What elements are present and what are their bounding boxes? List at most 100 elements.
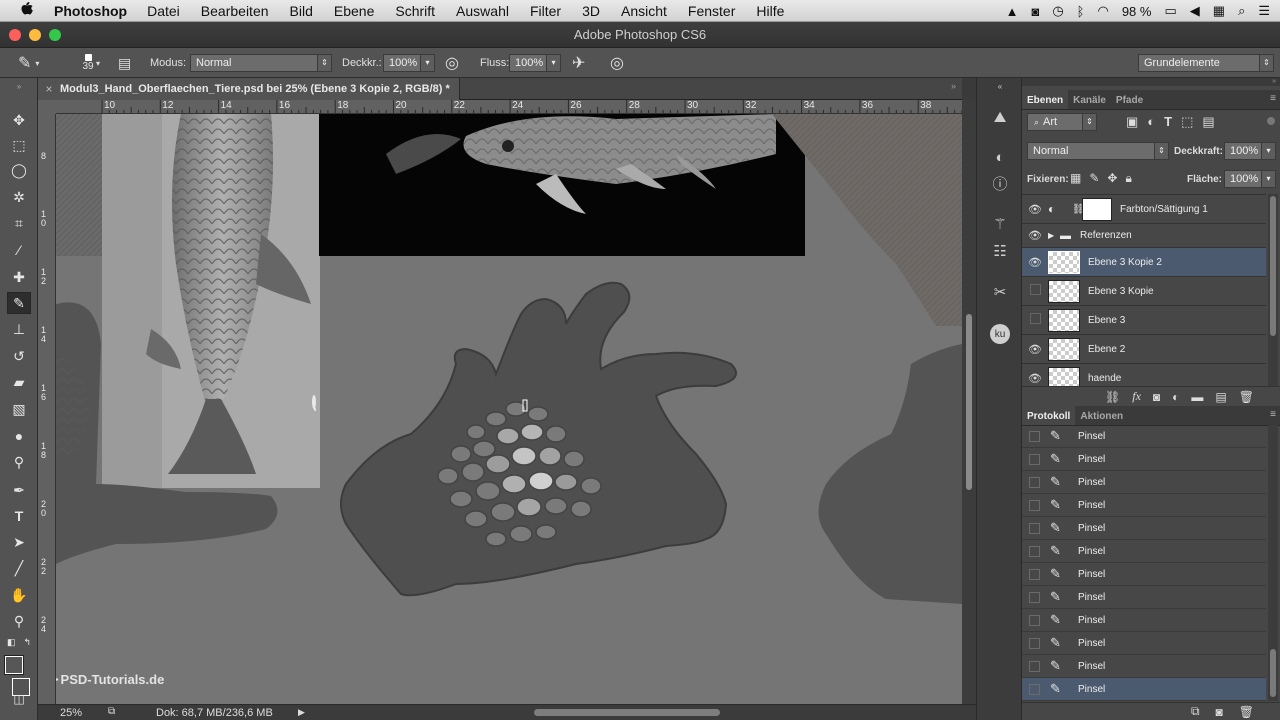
menu-ebene[interactable]: Ebene [334,3,374,19]
history-panel-menu-icon[interactable]: ≡ [1270,409,1276,420]
pen-tool-icon[interactable]: ✒ [7,479,31,501]
vertical-ruler[interactable]: 8 1 0 1 2 1 4 1 6 1 8 2 0 2 2 2 4 [38,114,56,704]
color-panel-icon[interactable]: ◐ [989,146,1011,168]
close-tab-icon[interactable]: × [38,82,60,96]
modus-select[interactable]: Normal ⇕ [190,54,332,72]
volume-icon[interactable]: ◀ [1190,3,1200,19]
history-scrollbar[interactable] [1268,425,1278,701]
brush-preset-icon[interactable]: ✎ ▾ [18,48,39,78]
history-item[interactable]: ✎ Pinsel [1022,517,1266,540]
app-menu[interactable]: Photoshop [54,3,127,19]
delete-state-icon[interactable]: 🗑︎ [1239,705,1254,719]
chevron-down-icon[interactable]: ▾ [546,55,560,71]
filter-type-icon[interactable]: T [1164,114,1172,130]
tab-pfade[interactable]: Pfade [1111,90,1148,109]
adjustment-icon[interactable]: ◐ [1172,390,1179,404]
history-item[interactable]: ✎ Pinsel [1022,586,1266,609]
trash-icon[interactable]: 🗑︎ [1239,390,1254,404]
menu-filter[interactable]: Filter [530,3,561,19]
notification-center-icon[interactable]: ☰ [1258,3,1270,19]
brush-presets-icon[interactable]: ⚚ [989,213,1011,235]
spotlight-search-icon[interactable]: ⌕ [1238,3,1245,19]
lock-image-icon[interactable]: ✎ [1089,171,1099,186]
history-source-checkbox[interactable] [1029,522,1040,534]
horizontal-ruler[interactable]: 10 12 14 16 18 20 22 24 26 28 30 32 34 36 38 [56,100,962,114]
history-source-checkbox[interactable] [1029,614,1040,626]
healing-brush-tool-icon[interactable]: ✚ [7,266,31,288]
histogram-icon[interactable]: ⛰ [989,106,1011,128]
layer-row[interactable]: 👁︎ Ebene 2 [1022,335,1266,364]
clone-stamp-tool-icon[interactable]: ⊥ [7,318,31,340]
eyedropper-tool-icon[interactable]: ⁄ [7,239,31,261]
disclosure-triangle-icon[interactable]: ▶ [1048,231,1060,240]
horizontal-scroll-thumb[interactable] [534,709,720,716]
document-canvas[interactable]: ⟡ PSD-Tutorials.de [56,114,962,704]
lock-transparent-icon[interactable]: ▦ [1070,171,1081,186]
calendar-icon[interactable]: ▦ [1213,3,1225,19]
lock-all-icon[interactable]: 🔒︎ [1125,171,1131,186]
line-tool-icon[interactable]: ╱ [7,557,31,579]
bluetooth-icon[interactable]: ᛒ [1077,4,1085,19]
crop-tool-icon[interactable]: ⌗ [7,212,31,234]
workspace-select[interactable]: Grundelemente ⇕ [1138,54,1274,72]
layers-scroll-thumb[interactable] [1270,196,1276,336]
eye-icon[interactable]: 👁︎ [1022,343,1048,356]
snapshot-icon[interactable]: ◙ [1216,705,1223,719]
new-group-icon[interactable]: ▬ [1191,390,1203,404]
history-source-checkbox[interactable] [1029,453,1040,465]
kuler-icon[interactable]: ku [990,324,1010,344]
filter-pixel-icon[interactable]: ▣ [1126,114,1138,130]
eye-icon[interactable]: 👁︎ [1022,372,1048,385]
history-item[interactable]: ✎ Pinsel [1022,678,1266,701]
collapse-panels-icon[interactable]: » [1022,78,1280,86]
fx-icon[interactable]: fx [1132,389,1141,404]
menu-bearbeiten[interactable]: Bearbeiten [201,3,269,19]
history-source-checkbox[interactable] [1029,660,1040,672]
opacity-input[interactable]: 100% ▾ [1224,142,1276,160]
history-source-checkbox[interactable] [1029,499,1040,511]
chevron-down-icon[interactable]: ▾ [420,55,434,71]
quick-selection-tool-icon[interactable]: ✲ [7,186,31,208]
history-source-checkbox[interactable] [1029,476,1040,488]
brush-size-picker[interactable]: 39 [68,48,108,78]
vertical-scroll-thumb[interactable] [966,314,972,490]
layer-row[interactable]: Ebene 3 Kopie [1022,277,1266,306]
history-item[interactable]: ✎ Pinsel [1022,540,1266,563]
tab-protokoll[interactable]: Protokoll [1022,406,1076,425]
fill-input[interactable]: 100% ▾ [1224,170,1276,188]
document-tab[interactable]: × Modul3_Hand_Oberflaechen_Tiere.psd bei… [38,78,460,100]
hand-tool-icon[interactable]: ✋ [7,584,31,606]
menu-schrift[interactable]: Schrift [395,3,435,19]
menu-3d[interactable]: 3D [582,3,600,19]
tab-overflow-icon[interactable]: » [951,81,956,91]
layer-filter-select[interactable]: ⌕ Art ⇕ [1027,113,1097,131]
new-layer-icon[interactable]: ▤ [1215,390,1226,404]
filter-adjustment-icon[interactable]: ◐ [1147,114,1155,130]
pressure-opacity-icon[interactable]: ◎ [445,48,459,78]
menu-datei[interactable]: Datei [147,3,180,19]
eye-icon[interactable]: 👁︎ [1022,229,1048,242]
history-source-checkbox[interactable] [1029,430,1040,442]
wifi-icon[interactable]: ◠ [1097,3,1108,19]
history-item[interactable]: ✎ Pinsel [1022,655,1266,678]
history-item[interactable]: ✎ Pinsel [1022,471,1266,494]
menu-hilfe[interactable]: Hilfe [756,3,784,19]
pressure-size-icon[interactable]: ◎ [610,48,624,78]
history-item[interactable]: ✎ Pinsel [1022,425,1266,448]
status-menu-arrow-icon[interactable]: ▶ [298,707,305,718]
chevron-down-icon[interactable]: ▾ [1261,171,1275,187]
history-source-checkbox[interactable] [1029,568,1040,580]
eraser-tool-icon[interactable]: ▰ [7,371,31,393]
visibility-toggle-empty[interactable] [1022,284,1048,298]
brush-panel-toggle-icon[interactable]: ▤ [118,48,131,78]
layer-group-row[interactable]: 👁︎ ▶ ▬ Referenzen [1022,224,1266,248]
adobe-icon[interactable]: ▲ [1006,4,1019,19]
layer-row[interactable]: 👁︎ haende [1022,364,1266,388]
battery-label[interactable]: 98 % [1122,4,1152,19]
layer-row-selected[interactable]: 👁︎ Ebene 3 Kopie 2 [1022,248,1266,277]
eye-icon[interactable]: 👁︎ [1022,256,1048,269]
path-selection-tool-icon[interactable]: ➤ [7,531,31,553]
time-machine-icon[interactable]: ◷ [1052,3,1063,19]
brush-tool-icon[interactable]: ✎ [7,292,31,314]
history-source-checkbox[interactable] [1029,591,1040,603]
